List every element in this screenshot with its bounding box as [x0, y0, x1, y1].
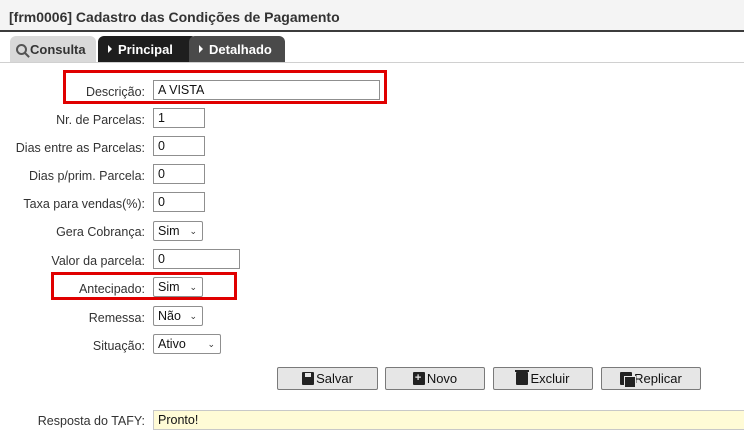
save-icon	[302, 372, 315, 385]
chevron-down-icon: ⌄	[189, 311, 197, 321]
excluir-label: Excluir	[530, 371, 570, 386]
situacao-label: Situação:	[92, 339, 145, 353]
gera-cobranca-value: Sim	[158, 224, 180, 238]
caret-right-icon	[199, 45, 203, 53]
tab-consulta[interactable]: Consulta	[10, 36, 96, 62]
dias-prim-label: Dias p/prim. Parcela:	[28, 169, 145, 183]
response-output: Pronto!	[153, 410, 744, 430]
antecipado-select[interactable]: Sim ⌄	[153, 277, 203, 297]
chevron-down-icon: ⌄	[189, 226, 197, 236]
trash-icon	[515, 370, 530, 385]
gera-cobranca-select[interactable]: Sim ⌄	[153, 221, 203, 241]
tab-principal[interactable]: Principal	[98, 36, 197, 62]
content-divider	[0, 62, 744, 63]
antecipado-label: Antecipado:	[78, 282, 145, 296]
nr-parcelas-input[interactable]: 1	[153, 108, 205, 128]
magnifier-icon	[16, 44, 27, 55]
tab-detalhado[interactable]: Detalhado	[189, 36, 285, 62]
situacao-select[interactable]: Ativo ⌄	[153, 334, 221, 354]
tab-consulta-label: Consulta	[30, 42, 86, 57]
taxa-input[interactable]: 0	[153, 192, 205, 212]
dias-prim-input[interactable]: 0	[153, 164, 205, 184]
remessa-value: Não	[158, 309, 181, 323]
gera-cobranca-label: Gera Cobrança:	[56, 225, 145, 239]
caret-right-icon	[108, 45, 112, 53]
window-title: [frm0006] Cadastro das Condições de Paga…	[0, 0, 744, 32]
taxa-label: Taxa para vendas(%):	[23, 197, 145, 211]
chevron-down-icon: ⌄	[207, 339, 215, 349]
new-document-icon	[412, 372, 425, 385]
situacao-value: Ativo	[158, 337, 186, 351]
novo-label: Novo	[426, 371, 458, 386]
novo-button[interactable]: Novo	[385, 367, 485, 390]
remessa-label: Remessa:	[88, 311, 145, 325]
chevron-down-icon: ⌄	[189, 282, 197, 292]
tab-detalhado-label: Detalhado	[209, 42, 272, 57]
salvar-label: Salvar	[316, 371, 353, 386]
response-label: Resposta do TAFY:	[37, 414, 145, 428]
copy-icon	[620, 372, 637, 388]
antecipado-value: Sim	[158, 280, 180, 294]
tab-principal-label: Principal	[118, 42, 173, 57]
replicar-button[interactable]: Replicar	[601, 367, 701, 390]
valor-parcela-label: Valor da parcela:	[51, 254, 145, 268]
descricao-input[interactable]: A VISTA	[153, 80, 380, 100]
dias-entre-input[interactable]: 0	[153, 136, 205, 156]
remessa-select[interactable]: Não ⌄	[153, 306, 203, 326]
excluir-button[interactable]: Excluir	[493, 367, 593, 390]
salvar-button[interactable]: Salvar	[277, 367, 378, 390]
valor-parcela-input[interactable]: 0	[153, 249, 240, 269]
replicar-label: Replicar	[634, 371, 682, 386]
descricao-label: Descrição:	[85, 85, 145, 99]
nr-parcelas-label: Nr. de Parcelas:	[56, 113, 145, 127]
dias-entre-label: Dias entre as Parcelas:	[15, 141, 145, 155]
